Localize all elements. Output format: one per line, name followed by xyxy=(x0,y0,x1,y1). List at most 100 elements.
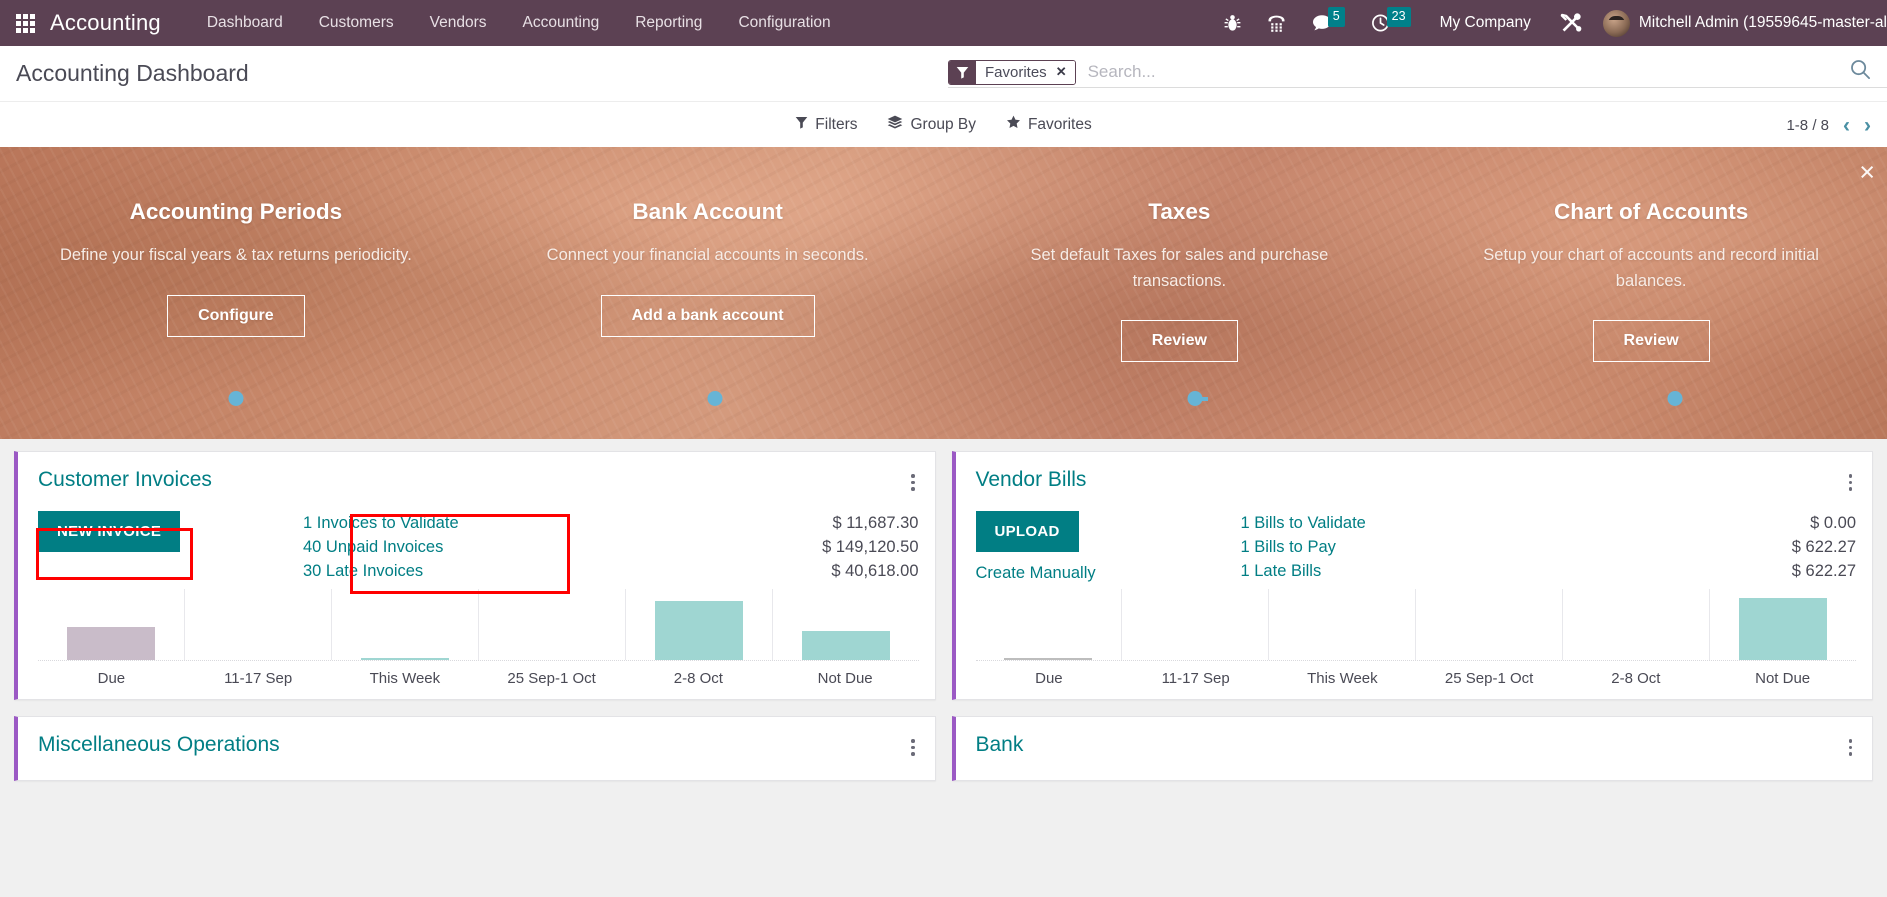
menu-item-dashboard[interactable]: Dashboard xyxy=(189,0,301,46)
menu-item-configuration[interactable]: Configuration xyxy=(720,0,848,46)
stat-labels: 1 Invoices to Validate 40 Unpaid Invoice… xyxy=(303,511,822,584)
chart-bar[interactable] xyxy=(801,630,890,661)
upload-button[interactable]: UPLOAD xyxy=(975,510,1079,552)
step-title: Taxes xyxy=(1148,199,1211,224)
control-panel-top: Accounting Dashboard Favorites ✕ xyxy=(0,46,1887,101)
chart-bar-column[interactable] xyxy=(1415,589,1562,661)
star-icon xyxy=(1006,115,1021,134)
stat-bills-to-pay[interactable]: 1 Bills to Pay xyxy=(1241,535,1792,559)
chart-x-label: 25 Sep-1 Oct xyxy=(507,670,596,688)
configure-button[interactable]: Configure xyxy=(167,294,305,337)
kebab-menu-icon[interactable] xyxy=(1845,733,1857,762)
review-taxes-button[interactable]: Review xyxy=(1120,320,1238,363)
kebab-menu-icon[interactable] xyxy=(907,468,919,497)
chart-bar-column[interactable] xyxy=(976,589,1122,661)
card-misc-operations: Miscellaneous Operations xyxy=(14,716,936,781)
card-title-vendor-bills[interactable]: Vendor Bills xyxy=(976,468,1087,492)
step-description: Set default Taxes for sales and purchase… xyxy=(1030,246,1329,290)
chart-vendor-bills: Due 11-17 Sep This Week 25 Sep-1 Oct 2-8 Oct… xyxy=(956,589,1873,699)
kebab-menu-icon[interactable] xyxy=(1845,468,1857,497)
activity-badge-count: 23 xyxy=(1386,7,1411,27)
card-title-customer-invoices[interactable]: Customer Invoices xyxy=(38,468,212,492)
filters-dropdown[interactable]: Filters xyxy=(795,116,857,134)
chart-bar-column[interactable] xyxy=(624,589,772,661)
search-input[interactable] xyxy=(1087,62,1842,82)
create-manually-link[interactable]: Create Manually xyxy=(976,564,1231,583)
stat-unpaid-invoices[interactable]: 40 Unpaid Invoices xyxy=(303,535,822,559)
chart-x-label: 11-17 Sep xyxy=(224,670,293,688)
card-title-bank[interactable]: Bank xyxy=(976,733,1024,757)
chart-bar-column[interactable] xyxy=(1562,589,1709,661)
stat-labels: 1 Bills to Validate 1 Bills to Pay 1 Lat… xyxy=(1241,511,1792,584)
stat-bills-to-validate[interactable]: 1 Bills to Validate xyxy=(1241,511,1792,535)
chart-bar-column[interactable] xyxy=(330,589,478,661)
add-bank-account-button[interactable]: Add a bank account xyxy=(600,294,815,337)
banner-close-icon[interactable]: × xyxy=(1859,159,1875,186)
chart-plot xyxy=(38,589,919,662)
review-chart-of-accounts-button[interactable]: Review xyxy=(1592,320,1710,363)
chart-bar[interactable] xyxy=(1004,658,1093,661)
brand-title[interactable]: Accounting xyxy=(50,10,189,36)
apps-grid-button[interactable] xyxy=(0,0,50,46)
stat-invoices-to-validate[interactable]: 1 Invoices to Validate xyxy=(303,511,822,535)
step-description: Connect your financial accounts in secon… xyxy=(546,246,869,264)
chevron-left-icon[interactable]: ‹ xyxy=(1843,115,1850,136)
tools-wrench-screwdriver-icon[interactable] xyxy=(1547,0,1595,46)
stat-value-unpaid-invoices: $ 149,120.50 xyxy=(822,537,919,556)
stat-late-bills[interactable]: 1 Late Bills xyxy=(1241,559,1792,583)
chevron-right-icon[interactable]: › xyxy=(1864,115,1871,136)
top-navbar: Accounting Dashboard Customers Vendors A… xyxy=(0,0,1887,46)
new-invoice-button[interactable]: NEW INVOICE xyxy=(38,510,181,552)
close-icon[interactable]: ✕ xyxy=(1056,64,1067,80)
card-title-misc-operations[interactable]: Miscellaneous Operations xyxy=(38,733,280,757)
control-panel-bottom: Filters Group By Favorites 1-8 / 8 ‹ › xyxy=(0,101,1887,147)
menu-item-reporting[interactable]: Reporting xyxy=(617,0,720,46)
stat-value-late-invoices: $ 40,618.00 xyxy=(831,562,919,580)
search-facet-favorites[interactable]: Favorites ✕ xyxy=(948,59,1076,85)
card-vendor-bills: Vendor Bills UPLOAD Create Manually 1 Bi… xyxy=(951,451,1873,701)
chart-x-label: Not Due xyxy=(817,670,873,688)
menu-item-accounting[interactable]: Accounting xyxy=(505,0,618,46)
chart-x-labels: Due 11-17 Sep This Week 25 Sep-1 Oct 2-8 Oct… xyxy=(38,661,919,699)
search-facet-label: Favorites xyxy=(985,63,1047,81)
chart-bar-column[interactable] xyxy=(771,589,919,661)
chart-bar-column[interactable] xyxy=(183,589,331,661)
stat-value-bills-to-pay: $ 622.27 xyxy=(1791,537,1856,556)
dialpad-phone-icon[interactable] xyxy=(1254,0,1299,46)
chart-bar-column[interactable] xyxy=(477,589,625,661)
step-title: Accounting Periods xyxy=(129,199,343,224)
menu-item-vendors[interactable]: Vendors xyxy=(412,0,505,46)
chart-bar[interactable] xyxy=(360,658,449,661)
chart-bar-column[interactable] xyxy=(38,589,184,661)
chart-bar-column[interactable] xyxy=(1709,589,1856,661)
stat-late-invoices[interactable]: 30 Late Invoices xyxy=(303,559,822,583)
card-header: Bank xyxy=(956,717,1873,780)
card-actions: NEW INVOICE xyxy=(38,510,293,584)
card-header: Miscellaneous Operations xyxy=(18,717,935,780)
onboarding-steps: Accounting Periods Define your fiscal ye… xyxy=(0,147,1887,439)
chart-x-label: Due xyxy=(97,670,126,688)
card-header: Vendor Bills xyxy=(956,452,1873,497)
dashboard-cards: Customer Invoices NEW INVOICE 1 Invoices… xyxy=(0,439,1887,781)
user-menu[interactable]: Mitchell Admin (19559645-master-al xyxy=(1595,9,1887,37)
onboarding-step-bank-account: Bank Account Connect your financial acco… xyxy=(472,147,944,439)
magnifier-icon[interactable] xyxy=(1850,59,1871,85)
bug-icon[interactable] xyxy=(1211,0,1254,46)
chart-bar-column[interactable] xyxy=(1121,589,1268,661)
company-switcher[interactable]: My Company xyxy=(1424,14,1547,32)
chat-bubble-icon[interactable]: 5 xyxy=(1299,0,1358,46)
menu-item-customers[interactable]: Customers xyxy=(301,0,412,46)
kebab-menu-icon[interactable] xyxy=(907,733,919,762)
clock-activity-icon[interactable]: 23 xyxy=(1358,0,1424,46)
chart-bar[interactable] xyxy=(654,601,743,661)
pager-range: 1-8 / 8 xyxy=(1786,116,1829,134)
onboarding-banner: × Accounting Periods Define your fiscal … xyxy=(0,147,1887,439)
favorites-dropdown[interactable]: Favorites xyxy=(1006,115,1092,134)
chart-bar-column[interactable] xyxy=(1268,589,1415,661)
chart-bar[interactable] xyxy=(66,626,155,661)
grid-apps-icon xyxy=(15,13,35,33)
groupby-dropdown[interactable]: Group By xyxy=(887,115,976,134)
chart-bar[interactable] xyxy=(1739,598,1828,661)
chart-x-label: Due xyxy=(1035,670,1063,688)
chart-x-label: 2-8 Oct xyxy=(673,670,723,688)
